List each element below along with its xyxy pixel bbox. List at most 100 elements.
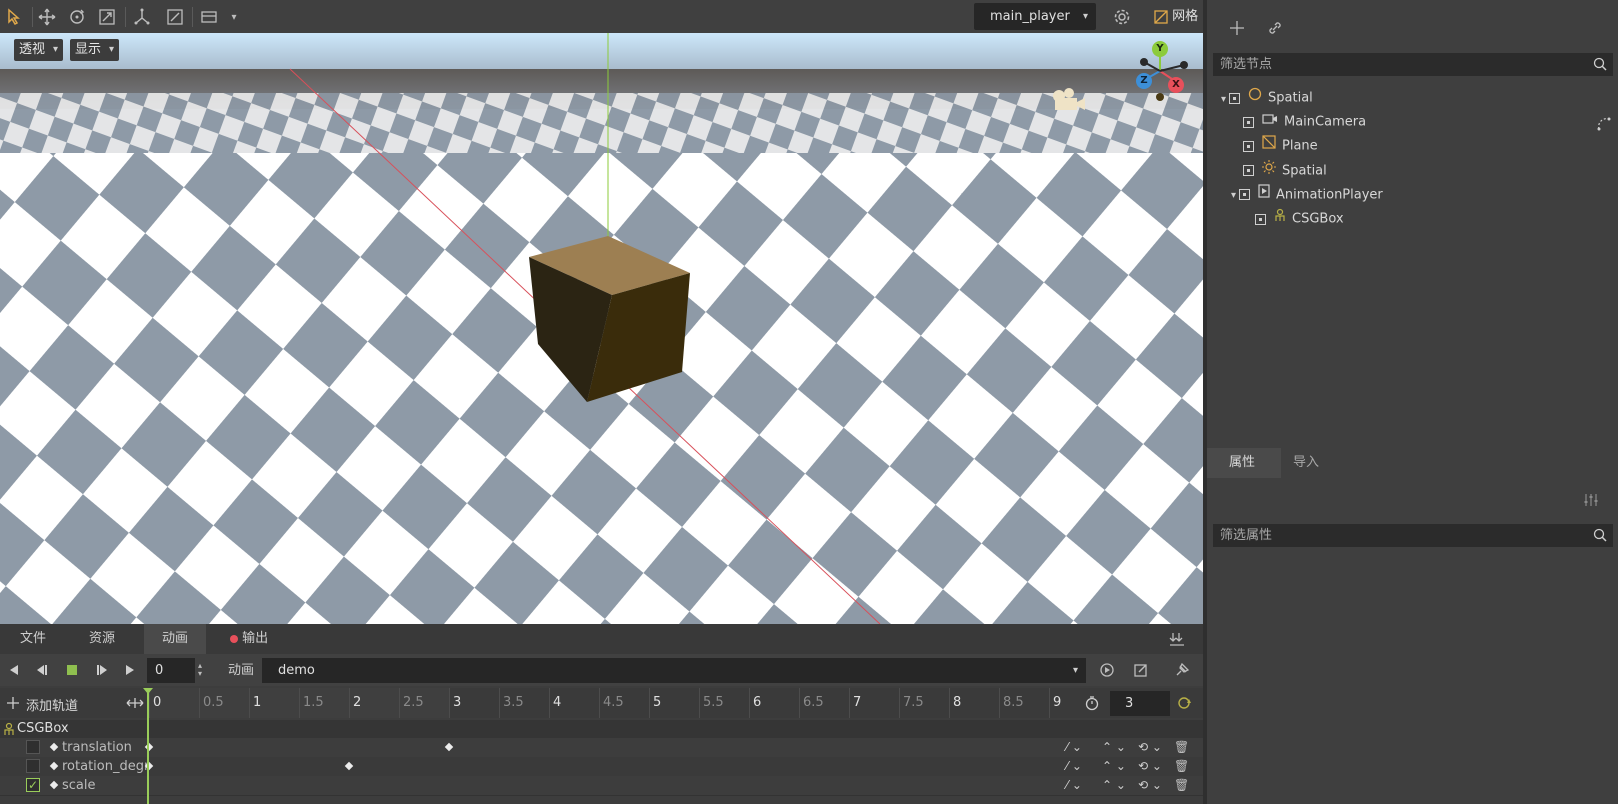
- timeline-ruler[interactable]: 添加轨道 0 0.5 1 1.5 2 2.5 3 3.5 4 4.5 5 5.5 6 6.5 7 7.5 8 8.…: [0, 688, 1203, 718]
- object-properties-icon[interactable]: [1583, 492, 1599, 508]
- stepper-arrows-icon[interactable]: ▴ ▾: [198, 662, 202, 678]
- display-menu-button[interactable]: 显示: [70, 39, 120, 61]
- autoplay-icon[interactable]: [1097, 660, 1117, 680]
- node-filter-input[interactable]: 筛选节点: [1213, 53, 1613, 76]
- keyframe[interactable]: [344, 761, 354, 771]
- track-row[interactable]: ✓ scale ⁄ ⌄ ⌃ ⌄ ⟲ ⌄ 🗑: [0, 776, 1203, 796]
- tree-node-plane[interactable]: Plane: [1243, 134, 1318, 158]
- track-group-header: CSGBox: [0, 720, 1203, 738]
- track-options[interactable]: ⁄ ⌄ ⌃ ⌄ ⟲ ⌄ 🗑: [1066, 738, 1189, 757]
- select-tool-icon[interactable]: [4, 6, 26, 28]
- track-enable-checkbox[interactable]: ✓: [26, 778, 40, 792]
- edit-animation-icon[interactable]: [1131, 660, 1151, 680]
- pin-panel-icon[interactable]: [1168, 630, 1186, 648]
- tab-inspector[interactable]: 属性: [1229, 448, 1255, 478]
- signal-connection-icon[interactable]: [1597, 117, 1611, 131]
- snap-icon[interactable]: [164, 6, 186, 28]
- local-space-icon[interactable]: [131, 6, 153, 28]
- add-node-icon[interactable]: [1229, 20, 1245, 36]
- delete-track-icon[interactable]: 🗑: [1174, 757, 1189, 776]
- right-dock: 筛选节点 ▾ Spatial MainCamera Plane Spatial ▾ Anim…: [1207, 0, 1618, 804]
- timeline-tick-label: 9: [1053, 695, 1062, 710]
- gizmo-y-axis[interactable]: Y: [1152, 41, 1168, 57]
- rotate-tool-icon[interactable]: [66, 6, 88, 28]
- visibility-toggle-icon[interactable]: [1229, 92, 1241, 104]
- orientation-gizmo[interactable]: Y X Z: [1130, 39, 1194, 109]
- loop-wrap-icon[interactable]: ⟲ ⌄: [1138, 776, 1174, 795]
- visibility-toggle-icon[interactable]: [1239, 189, 1251, 201]
- track-enable-checkbox[interactable]: [26, 740, 40, 754]
- 3d-viewport[interactable]: 透视 显示 Y X Z: [0, 33, 1203, 624]
- delete-track-icon[interactable]: 🗑: [1174, 776, 1189, 795]
- gizmo-x-axis[interactable]: X: [1168, 77, 1184, 93]
- timeline-tick-line: [849, 688, 850, 718]
- view-menu-chevron-down-icon[interactable]: ▾: [223, 6, 245, 28]
- track-options[interactable]: ⁄ ⌄ ⌃ ⌄ ⟲ ⌄ 🗑: [1066, 757, 1189, 776]
- track-row[interactable]: rotation_degr ⁄ ⌄ ⌃ ⌄ ⟲ ⌄ 🗑: [0, 757, 1203, 777]
- chevron-down-icon: ▾: [1072, 665, 1078, 676]
- playhead[interactable]: [147, 688, 149, 804]
- track-name: translation: [62, 740, 132, 755]
- loop-wrap-icon[interactable]: ⟲ ⌄: [1138, 757, 1174, 776]
- animation-name: demo: [278, 663, 315, 678]
- delete-track-icon[interactable]: 🗑: [1174, 738, 1189, 757]
- playhead-marker-icon: [143, 688, 153, 694]
- tab-animation[interactable]: 动画: [144, 624, 206, 654]
- tree-node-spatial[interactable]: ▾ Spatial: [1221, 86, 1313, 110]
- tab-filesystem[interactable]: 文件: [20, 624, 46, 654]
- csg-box-icon: [1274, 207, 1286, 231]
- frame-position-input[interactable]: 0: [147, 658, 195, 683]
- tab-resources[interactable]: 资源: [89, 624, 115, 654]
- animation-selector[interactable]: demo ▾: [262, 658, 1086, 683]
- loop-icon[interactable]: [1176, 695, 1192, 711]
- tree-node-spatial[interactable]: Spatial: [1243, 159, 1327, 183]
- interpolation-mode-icon[interactable]: ⁄ ⌄: [1066, 757, 1102, 776]
- scale-tool-icon[interactable]: [96, 6, 118, 28]
- play-backwards-from-end-icon[interactable]: [32, 660, 52, 680]
- interpolation-mode-icon[interactable]: ⁄ ⌄: [1066, 776, 1102, 795]
- timeline-tick-line: [799, 688, 800, 718]
- gear-icon[interactable]: [1111, 6, 1133, 28]
- interpolation-mode-icon[interactable]: ⁄ ⌄: [1066, 738, 1102, 757]
- loop-wrap-icon[interactable]: ⟲ ⌄: [1138, 738, 1174, 757]
- expand-arrow-icon[interactable]: ▾: [1221, 94, 1226, 105]
- view-icon[interactable]: [198, 6, 220, 28]
- tree-node-label: CSGBox: [1292, 211, 1344, 227]
- pin-icon[interactable]: [1172, 660, 1192, 680]
- move-tool-icon[interactable]: [36, 6, 58, 28]
- tab-output[interactable]: 输出: [230, 624, 268, 654]
- play-backwards-icon[interactable]: [4, 660, 24, 680]
- mesh-icon: [1262, 134, 1276, 158]
- track-enable-checkbox[interactable]: [26, 759, 40, 773]
- link-icon[interactable]: [1267, 20, 1283, 36]
- tree-node-animationplayer[interactable]: ▾ AnimationPlayer: [1231, 183, 1383, 207]
- keyframe[interactable]: [444, 742, 454, 752]
- timeline-tick-line: [549, 688, 550, 718]
- visibility-toggle-icon[interactable]: [1255, 213, 1266, 225]
- tab-import[interactable]: 导入: [1293, 448, 1319, 478]
- perspective-menu-button[interactable]: 透视: [14, 39, 64, 61]
- timeline-tick-line: [999, 688, 1000, 718]
- visibility-toggle-icon[interactable]: [1243, 165, 1254, 177]
- gizmo-z-axis[interactable]: Z: [1136, 73, 1152, 89]
- visibility-toggle-icon[interactable]: [1243, 140, 1254, 152]
- animation-toolbar: 0 ▴ ▾ 动画 demo ▾: [0, 654, 1203, 686]
- update-mode-icon[interactable]: ⌃ ⌄: [1102, 776, 1138, 795]
- timeline-tick-label: 4: [553, 695, 562, 710]
- tree-node-maincamera[interactable]: MainCamera: [1243, 110, 1366, 134]
- animation-player-selector[interactable]: main_player ▾: [974, 3, 1096, 30]
- track-options[interactable]: ⁄ ⌄ ⌃ ⌄ ⟲ ⌄ 🗑: [1066, 776, 1189, 795]
- expand-arrow-icon[interactable]: ▾: [1231, 190, 1236, 201]
- animation-length-input[interactable]: 3: [1110, 691, 1170, 716]
- grid-toggle-button[interactable]: 网格: [1154, 7, 1198, 27]
- visibility-toggle-icon[interactable]: [1243, 116, 1254, 128]
- track-row[interactable]: translation ⁄ ⌄ ⌃ ⌄ ⟲ ⌄ 🗑: [0, 738, 1203, 758]
- bottom-tabs: 文件 资源 动画 输出: [0, 624, 1203, 654]
- stop-icon[interactable]: [62, 660, 82, 680]
- play-icon[interactable]: [120, 660, 140, 680]
- property-filter-input[interactable]: 筛选属性: [1213, 524, 1613, 547]
- tree-node-csgbox[interactable]: CSGBox: [1255, 207, 1344, 231]
- update-mode-icon[interactable]: ⌃ ⌄: [1102, 738, 1138, 757]
- update-mode-icon[interactable]: ⌃ ⌄: [1102, 757, 1138, 776]
- play-from-start-icon[interactable]: [92, 660, 112, 680]
